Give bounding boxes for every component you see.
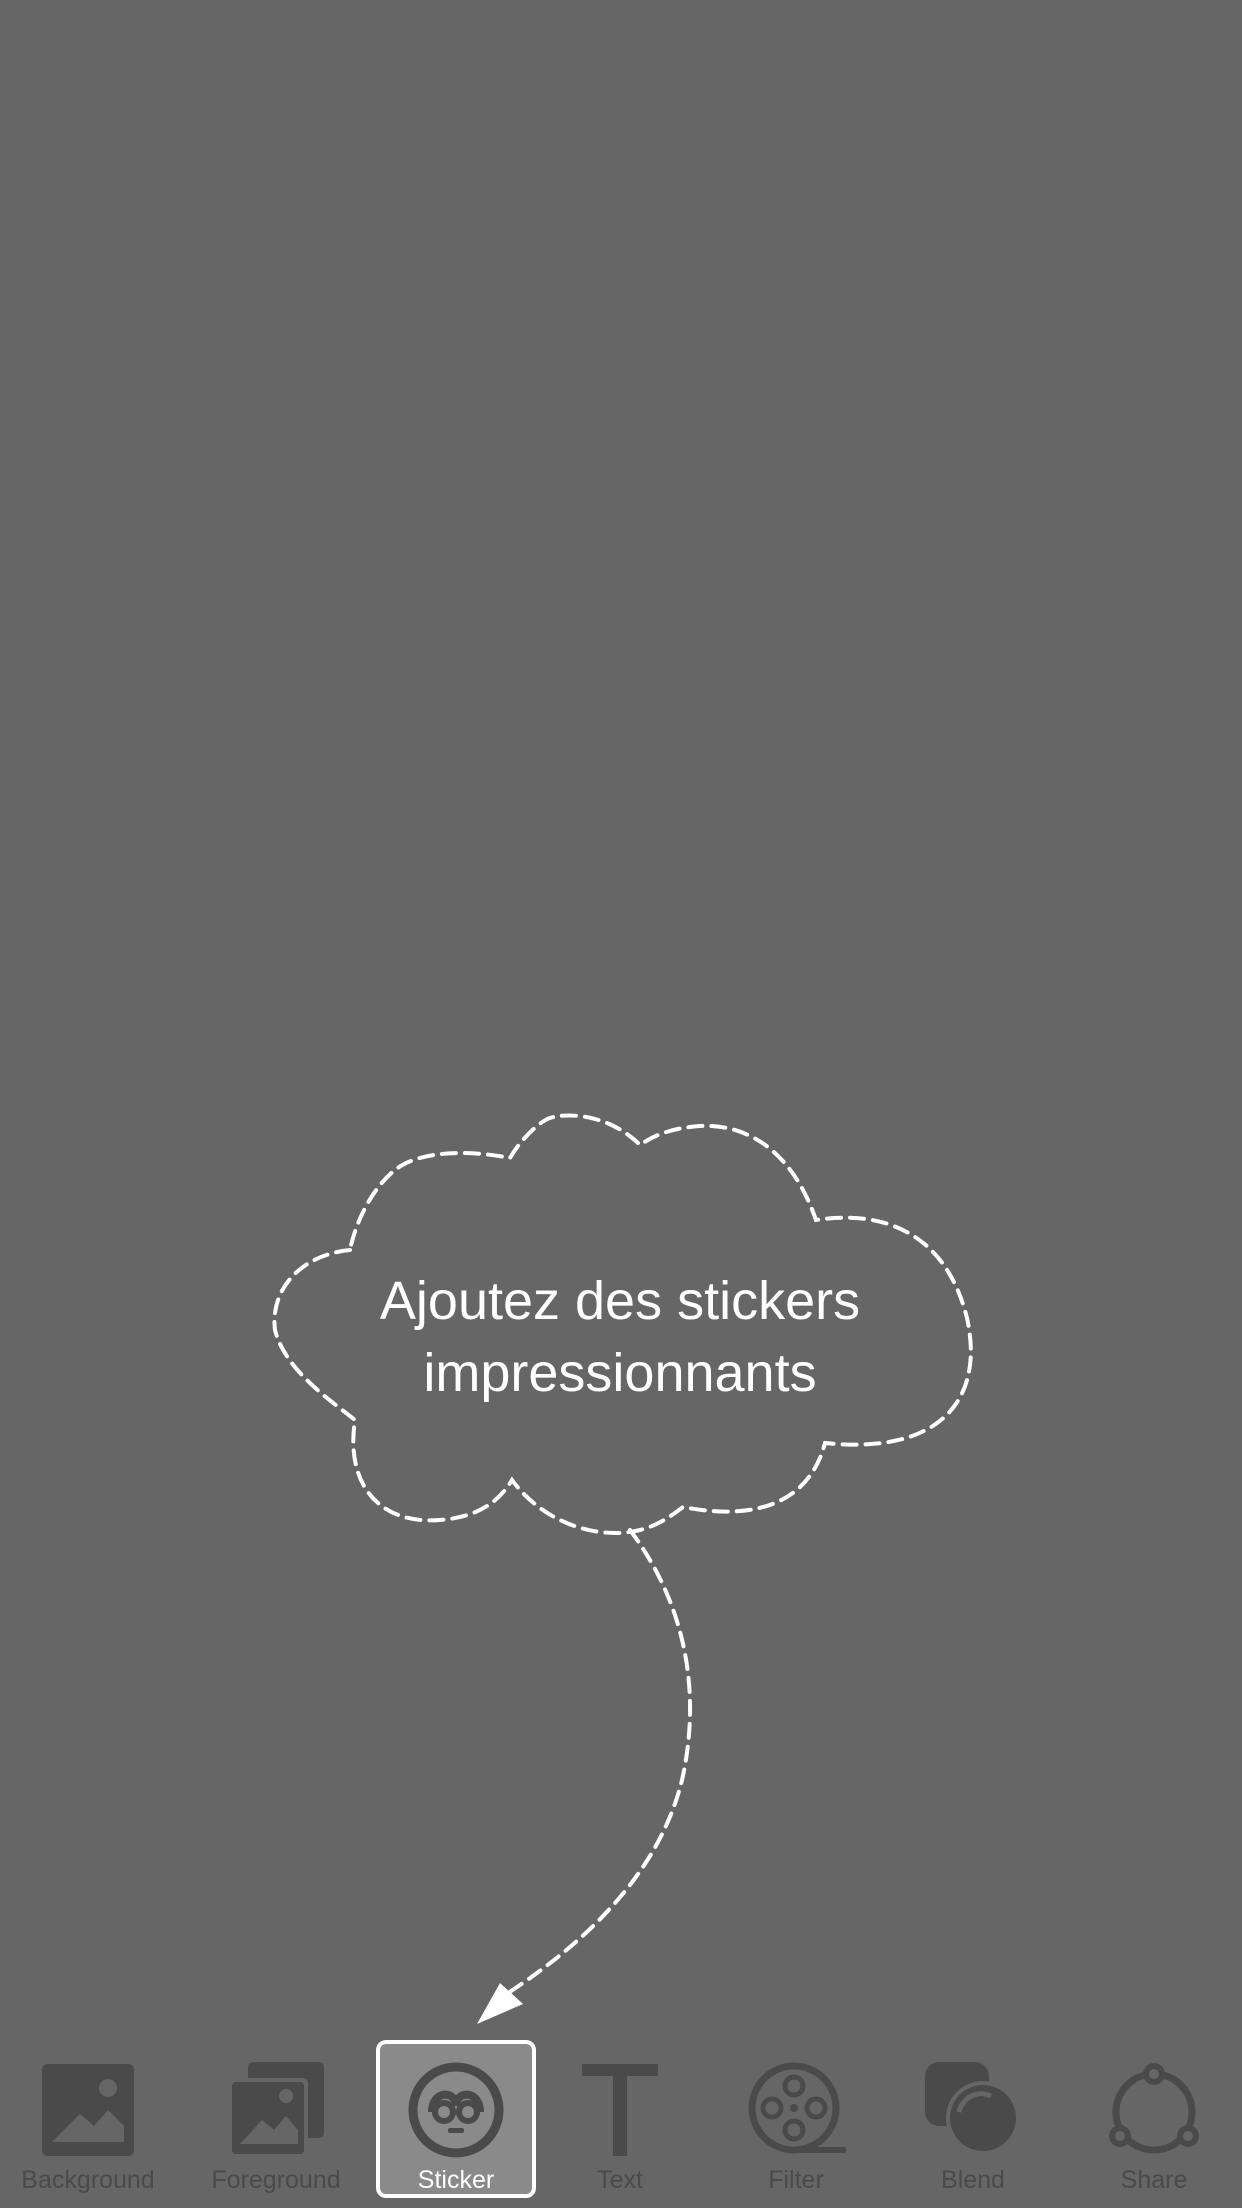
sticker-face-icon (408, 2062, 504, 2158)
tooltip-line-2: impressionnants (423, 1343, 817, 1403)
toolbar-item-background[interactable]: Background (8, 2040, 168, 2198)
toolbar-label-foreground: Foreground (211, 2166, 341, 2194)
toolbar-label-text: Text (597, 2166, 643, 2194)
tooltip-overlay (272, 1113, 973, 2024)
toolbar-item-text[interactable]: Text (540, 2040, 700, 2198)
toolbar-item-sticker[interactable]: Sticker (376, 2040, 536, 2198)
toolbar-label-blend: Blend (941, 2166, 1005, 2194)
toolbar-item-blend[interactable]: Blend (893, 2040, 1053, 2198)
toolbar-item-foreground[interactable]: Foreground (196, 2040, 356, 2198)
background-image-icon (42, 2064, 134, 2156)
toolbar-item-filter[interactable]: Filter (716, 2040, 876, 2198)
toolbar-item-share[interactable]: Share (1074, 2040, 1234, 2198)
foreground-images-icon (228, 2062, 324, 2158)
toolbar-label-background: Background (21, 2166, 155, 2194)
tooltip-line-1: Ajoutez des stickers (379, 1271, 861, 1331)
bottom-toolbar: Background Foreground Sticker Text Filte… (0, 2030, 1242, 2208)
blend-circles-icon (925, 2062, 1020, 2155)
pointer-arrow-path (503, 1528, 693, 1997)
share-nodes-icon (1109, 2063, 1199, 2154)
toolbar-label-share: Share (1120, 2166, 1188, 2194)
text-t-icon (582, 2064, 658, 2156)
sticker-tooltip-text: Ajoutez des stickers impressionnants (300, 1265, 940, 1409)
toolbar-label-filter: Filter (768, 2166, 824, 2194)
film-reel-icon (748, 2062, 846, 2154)
